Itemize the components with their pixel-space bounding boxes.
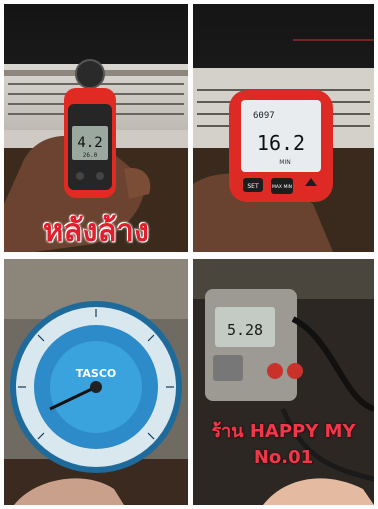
set-button-label: SET (247, 183, 259, 190)
thermometer-top-reading: 6097 (253, 111, 275, 121)
max-min-button-label: MAX MIN (272, 184, 292, 190)
photo-collage: 4.2 26.0 หลังล้าง 6097 16.2 MIN SET MAX … (0, 0, 378, 509)
shop-caption: ร้าน HAPPY MY No.01 (193, 419, 374, 471)
clamp-meter-reading: 5.28 (227, 321, 263, 339)
anemometer-photo: 4.2 26.0 หลังล้าง (4, 4, 188, 252)
caption-after-cleaning: หลังล้าง (42, 213, 150, 249)
clamp-meter-photo: 5.28 ร้าน HAPPY MY No.01 (193, 259, 374, 505)
shop-number: No.01 (253, 447, 314, 468)
thermometer-photo: 6097 16.2 MIN SET MAX MIN (193, 4, 374, 252)
anemometer-sub-reading: 26.0 (83, 152, 98, 159)
thermometer-mode-label: MIN (279, 159, 290, 166)
anemometer-reading: 4.2 (77, 135, 102, 151)
gauge-brand: TASCO (76, 367, 117, 380)
thermometer-main-reading: 16.2 (257, 131, 305, 155)
pressure-gauge-photo: TASCO (4, 259, 188, 505)
shop-name: ร้าน HAPPY MY (211, 421, 356, 442)
